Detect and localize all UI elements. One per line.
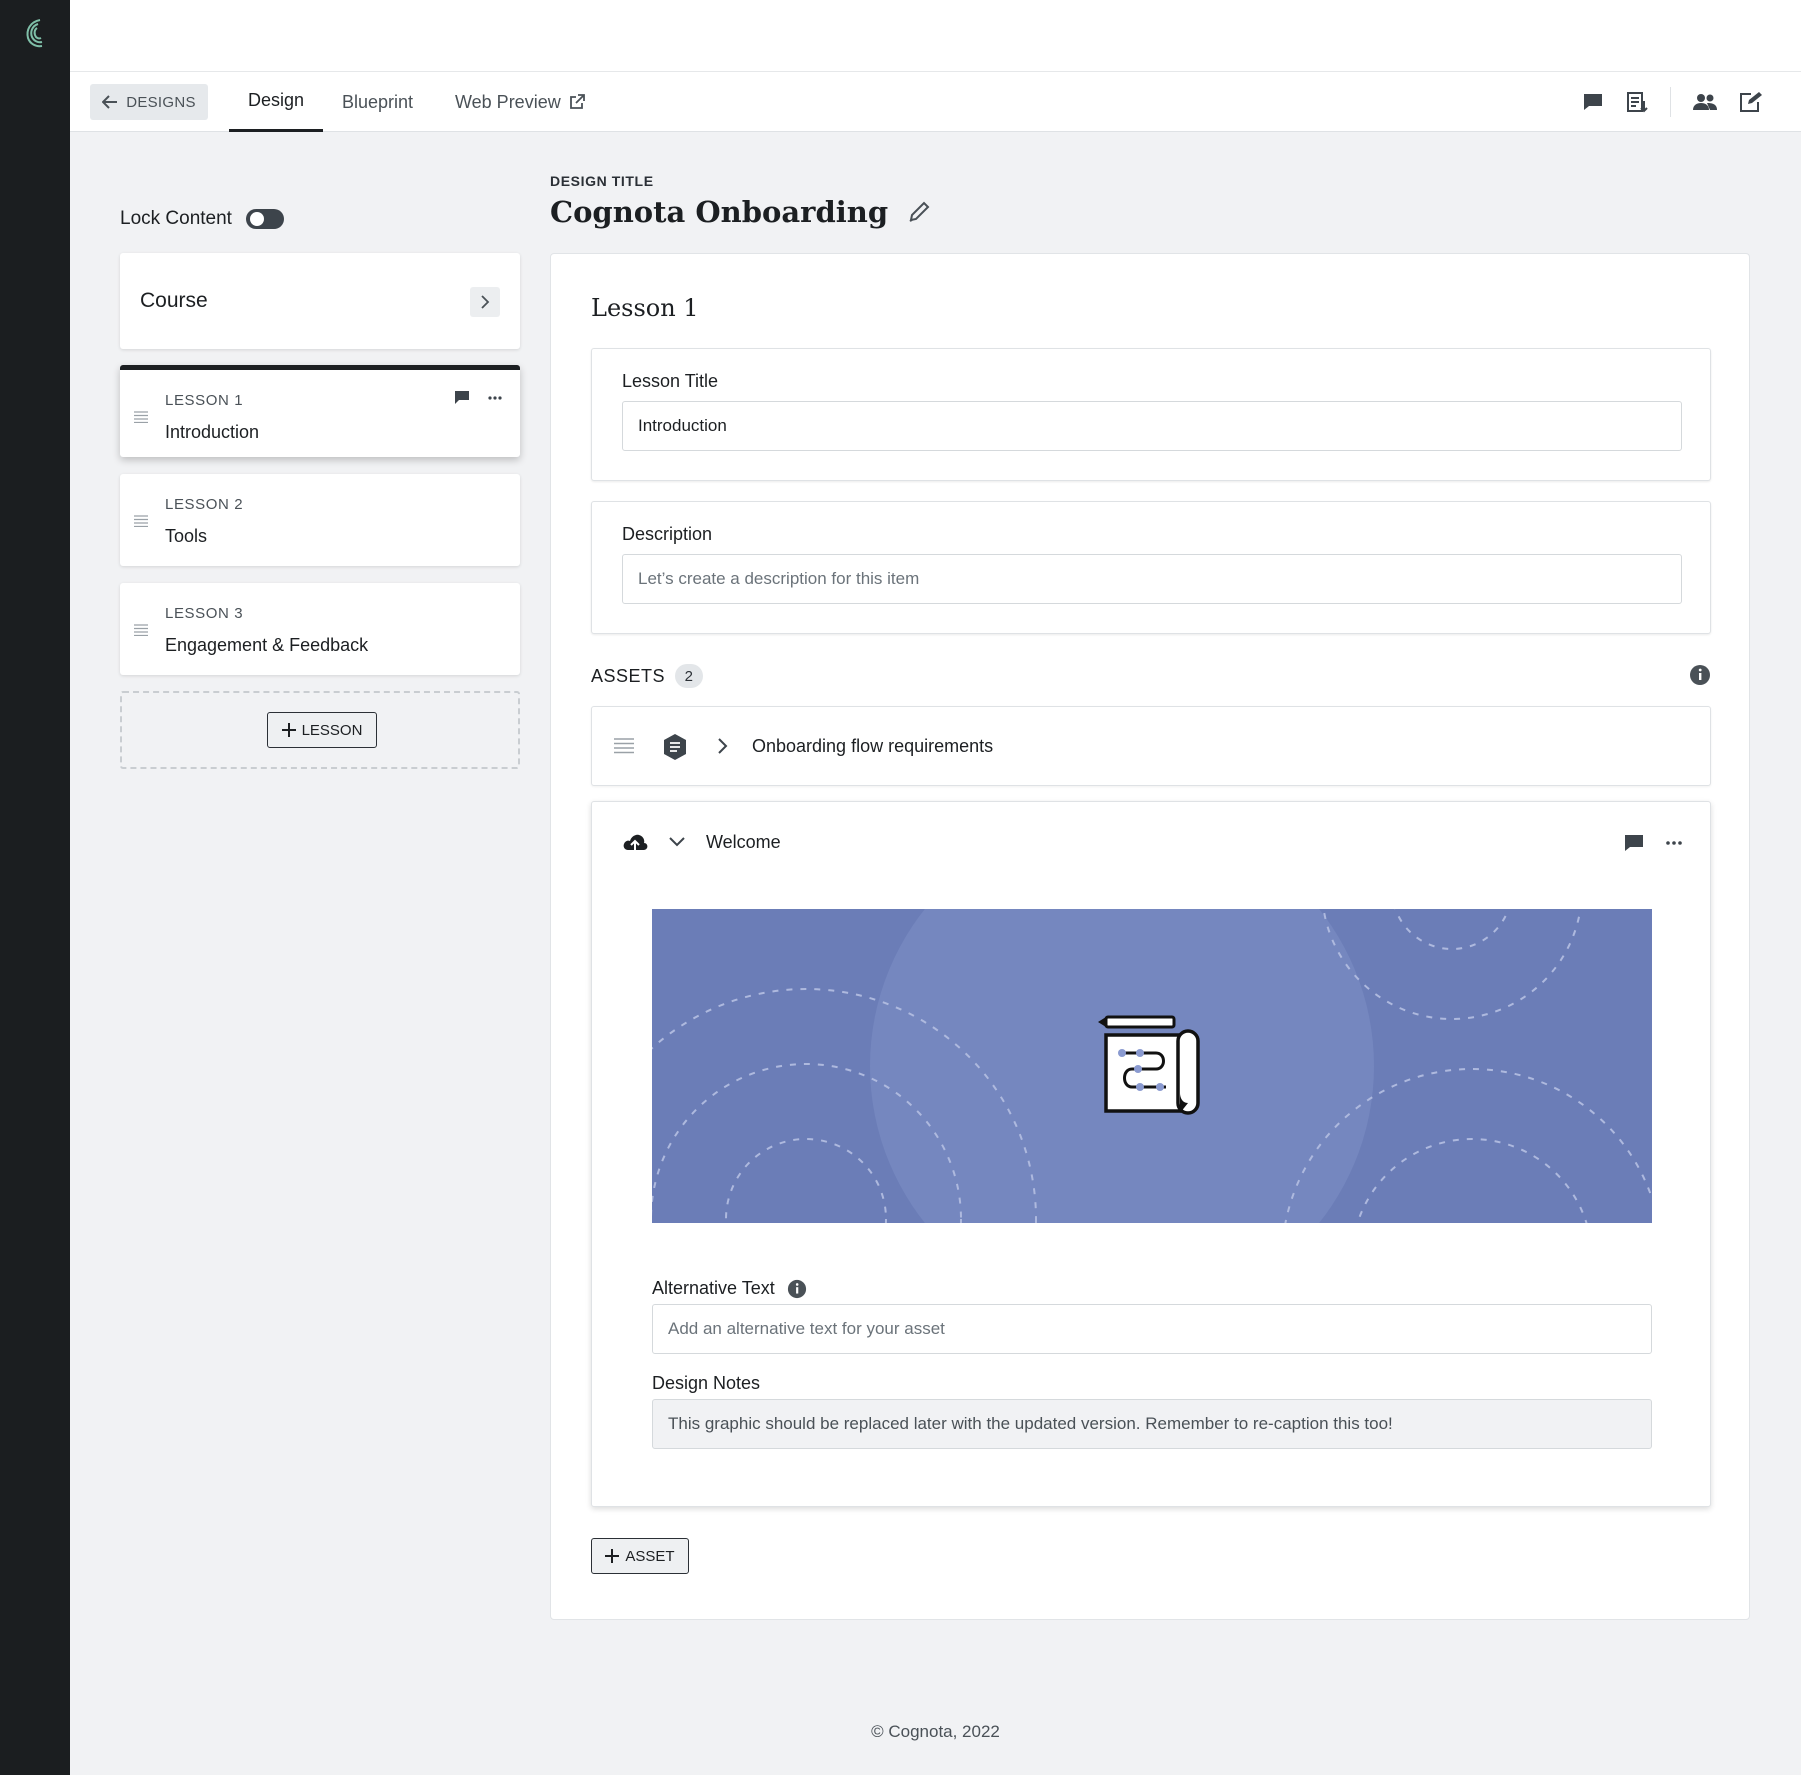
add-lesson-label: LESSON (301, 721, 363, 739)
tab-blueprint-label: Blueprint (342, 91, 414, 112)
tab-design[interactable]: Design (229, 72, 323, 132)
design-title: Cognota Onboarding (550, 195, 889, 229)
arrow-left-icon (102, 95, 118, 109)
course-label: Course (140, 289, 208, 312)
lesson-actions (454, 390, 502, 405)
drag-handle-icon[interactable] (134, 514, 148, 532)
edit-note-icon[interactable] (1739, 91, 1763, 113)
tab-design-label: Design (247, 90, 305, 110)
design-title-label: DESIGN TITLE (550, 173, 654, 189)
back-to-designs-button[interactable]: DESIGNS (90, 84, 208, 120)
add-lesson-dropzone: LESSON (120, 691, 520, 769)
assets-count-badge: 2 (675, 664, 704, 688)
asset-name: Welcome (706, 832, 781, 852)
asset-item[interactable]: Onboarding flow requirements (591, 706, 1711, 786)
drag-handle-icon[interactable] (134, 623, 148, 641)
lesson-card-2[interactable]: LESSON 2 Tools (120, 474, 520, 566)
lesson-heading: Lesson 1 (591, 294, 699, 322)
cloud-upload-icon[interactable] (622, 832, 648, 859)
lock-content-row: Lock Content (120, 208, 284, 230)
info-icon[interactable] (1689, 664, 1711, 686)
lesson-name: Tools (165, 526, 208, 546)
asset-item-expanded: Welcome Alternative Text Add an alternat… (591, 801, 1711, 1507)
drag-handle-icon[interactable] (134, 410, 148, 428)
description-box: Description Let’s create a description f… (591, 501, 1711, 634)
comment-icon[interactable] (1624, 834, 1644, 852)
asset-actions (1624, 834, 1682, 852)
lesson-number: LESSON 1 (165, 392, 244, 409)
add-asset-label: ASSET (625, 1547, 675, 1565)
lesson-card-3[interactable]: LESSON 3 Engagement & Feedback (120, 583, 520, 675)
asset-name: Onboarding flow requirements (752, 736, 994, 756)
lesson-number: LESSON 3 (165, 605, 244, 622)
alt-text-input[interactable]: Add an alternative text for your asset (652, 1304, 1652, 1354)
export-icon[interactable] (1626, 91, 1648, 113)
design-notes-label: Design Notes (652, 1373, 761, 1393)
design-title-row: Cognota Onboarding (550, 195, 930, 229)
lesson-card-1[interactable]: LESSON 1 Introduction (120, 365, 520, 457)
plus-icon (281, 723, 296, 737)
description-label: Description (622, 524, 713, 544)
app-sidebar (0, 0, 70, 1775)
pencil-icon[interactable] (908, 201, 930, 223)
top-bar (70, 0, 1801, 72)
plus-icon (605, 1549, 620, 1563)
lesson-title-box: Lesson Title Introduction (591, 348, 1711, 481)
lock-content-toggle[interactable] (245, 209, 284, 229)
assets-label: ASSETS (591, 665, 666, 686)
lesson-editor-card: Lesson 1 Lesson Title Introduction Descr… (550, 253, 1750, 1620)
nav-bar: DESIGNS Design Blueprint Web Preview (70, 72, 1801, 132)
lesson-name: Introduction (165, 422, 260, 442)
footer-copyright: © Cognota, 2022 (871, 1722, 1000, 1741)
info-icon[interactable] (787, 1279, 807, 1299)
external-link-icon (569, 94, 585, 110)
add-asset-button[interactable]: ASSET (591, 1538, 689, 1574)
tab-web-preview-label: Web Preview (455, 91, 561, 112)
course-card[interactable]: Course (120, 253, 520, 349)
nav-separator (1670, 87, 1671, 117)
chevron-right-icon[interactable] (470, 287, 500, 317)
tab-blueprint[interactable]: Blueprint (342, 72, 413, 132)
lesson-title-input[interactable]: Introduction (622, 401, 1682, 451)
more-options-icon[interactable] (488, 390, 502, 405)
lesson-number: LESSON 2 (165, 496, 244, 513)
alt-text-label: Alternative Text (652, 1278, 775, 1298)
cognota-logo-icon[interactable] (22, 16, 48, 50)
comment-icon[interactable] (1582, 92, 1604, 112)
nav-actions (1582, 72, 1763, 132)
tab-web-preview[interactable]: Web Preview (455, 72, 585, 132)
chevron-right-icon[interactable] (717, 737, 729, 760)
people-icon[interactable] (1693, 93, 1717, 111)
assets-header: ASSETS 2 (591, 664, 704, 688)
design-notes-input[interactable]: This graphic should be replaced later wi… (652, 1399, 1652, 1449)
alt-text-row: Alternative Text (652, 1278, 807, 1299)
asset-preview-image (652, 909, 1652, 1223)
drag-handle-icon[interactable] (614, 738, 634, 759)
description-input[interactable]: Let’s create a description for this item (622, 554, 1682, 604)
comment-icon[interactable] (454, 390, 470, 405)
lock-content-label: Lock Content (120, 208, 232, 229)
more-options-icon[interactable] (1666, 834, 1682, 852)
back-button-label: DESIGNS (126, 93, 196, 111)
document-asset-icon (662, 733, 688, 766)
chevron-down-icon[interactable] (668, 835, 686, 853)
add-lesson-button[interactable]: LESSON (267, 712, 377, 748)
lesson-name: Engagement & Feedback (165, 635, 369, 655)
lesson-title-label: Lesson Title (622, 371, 719, 391)
